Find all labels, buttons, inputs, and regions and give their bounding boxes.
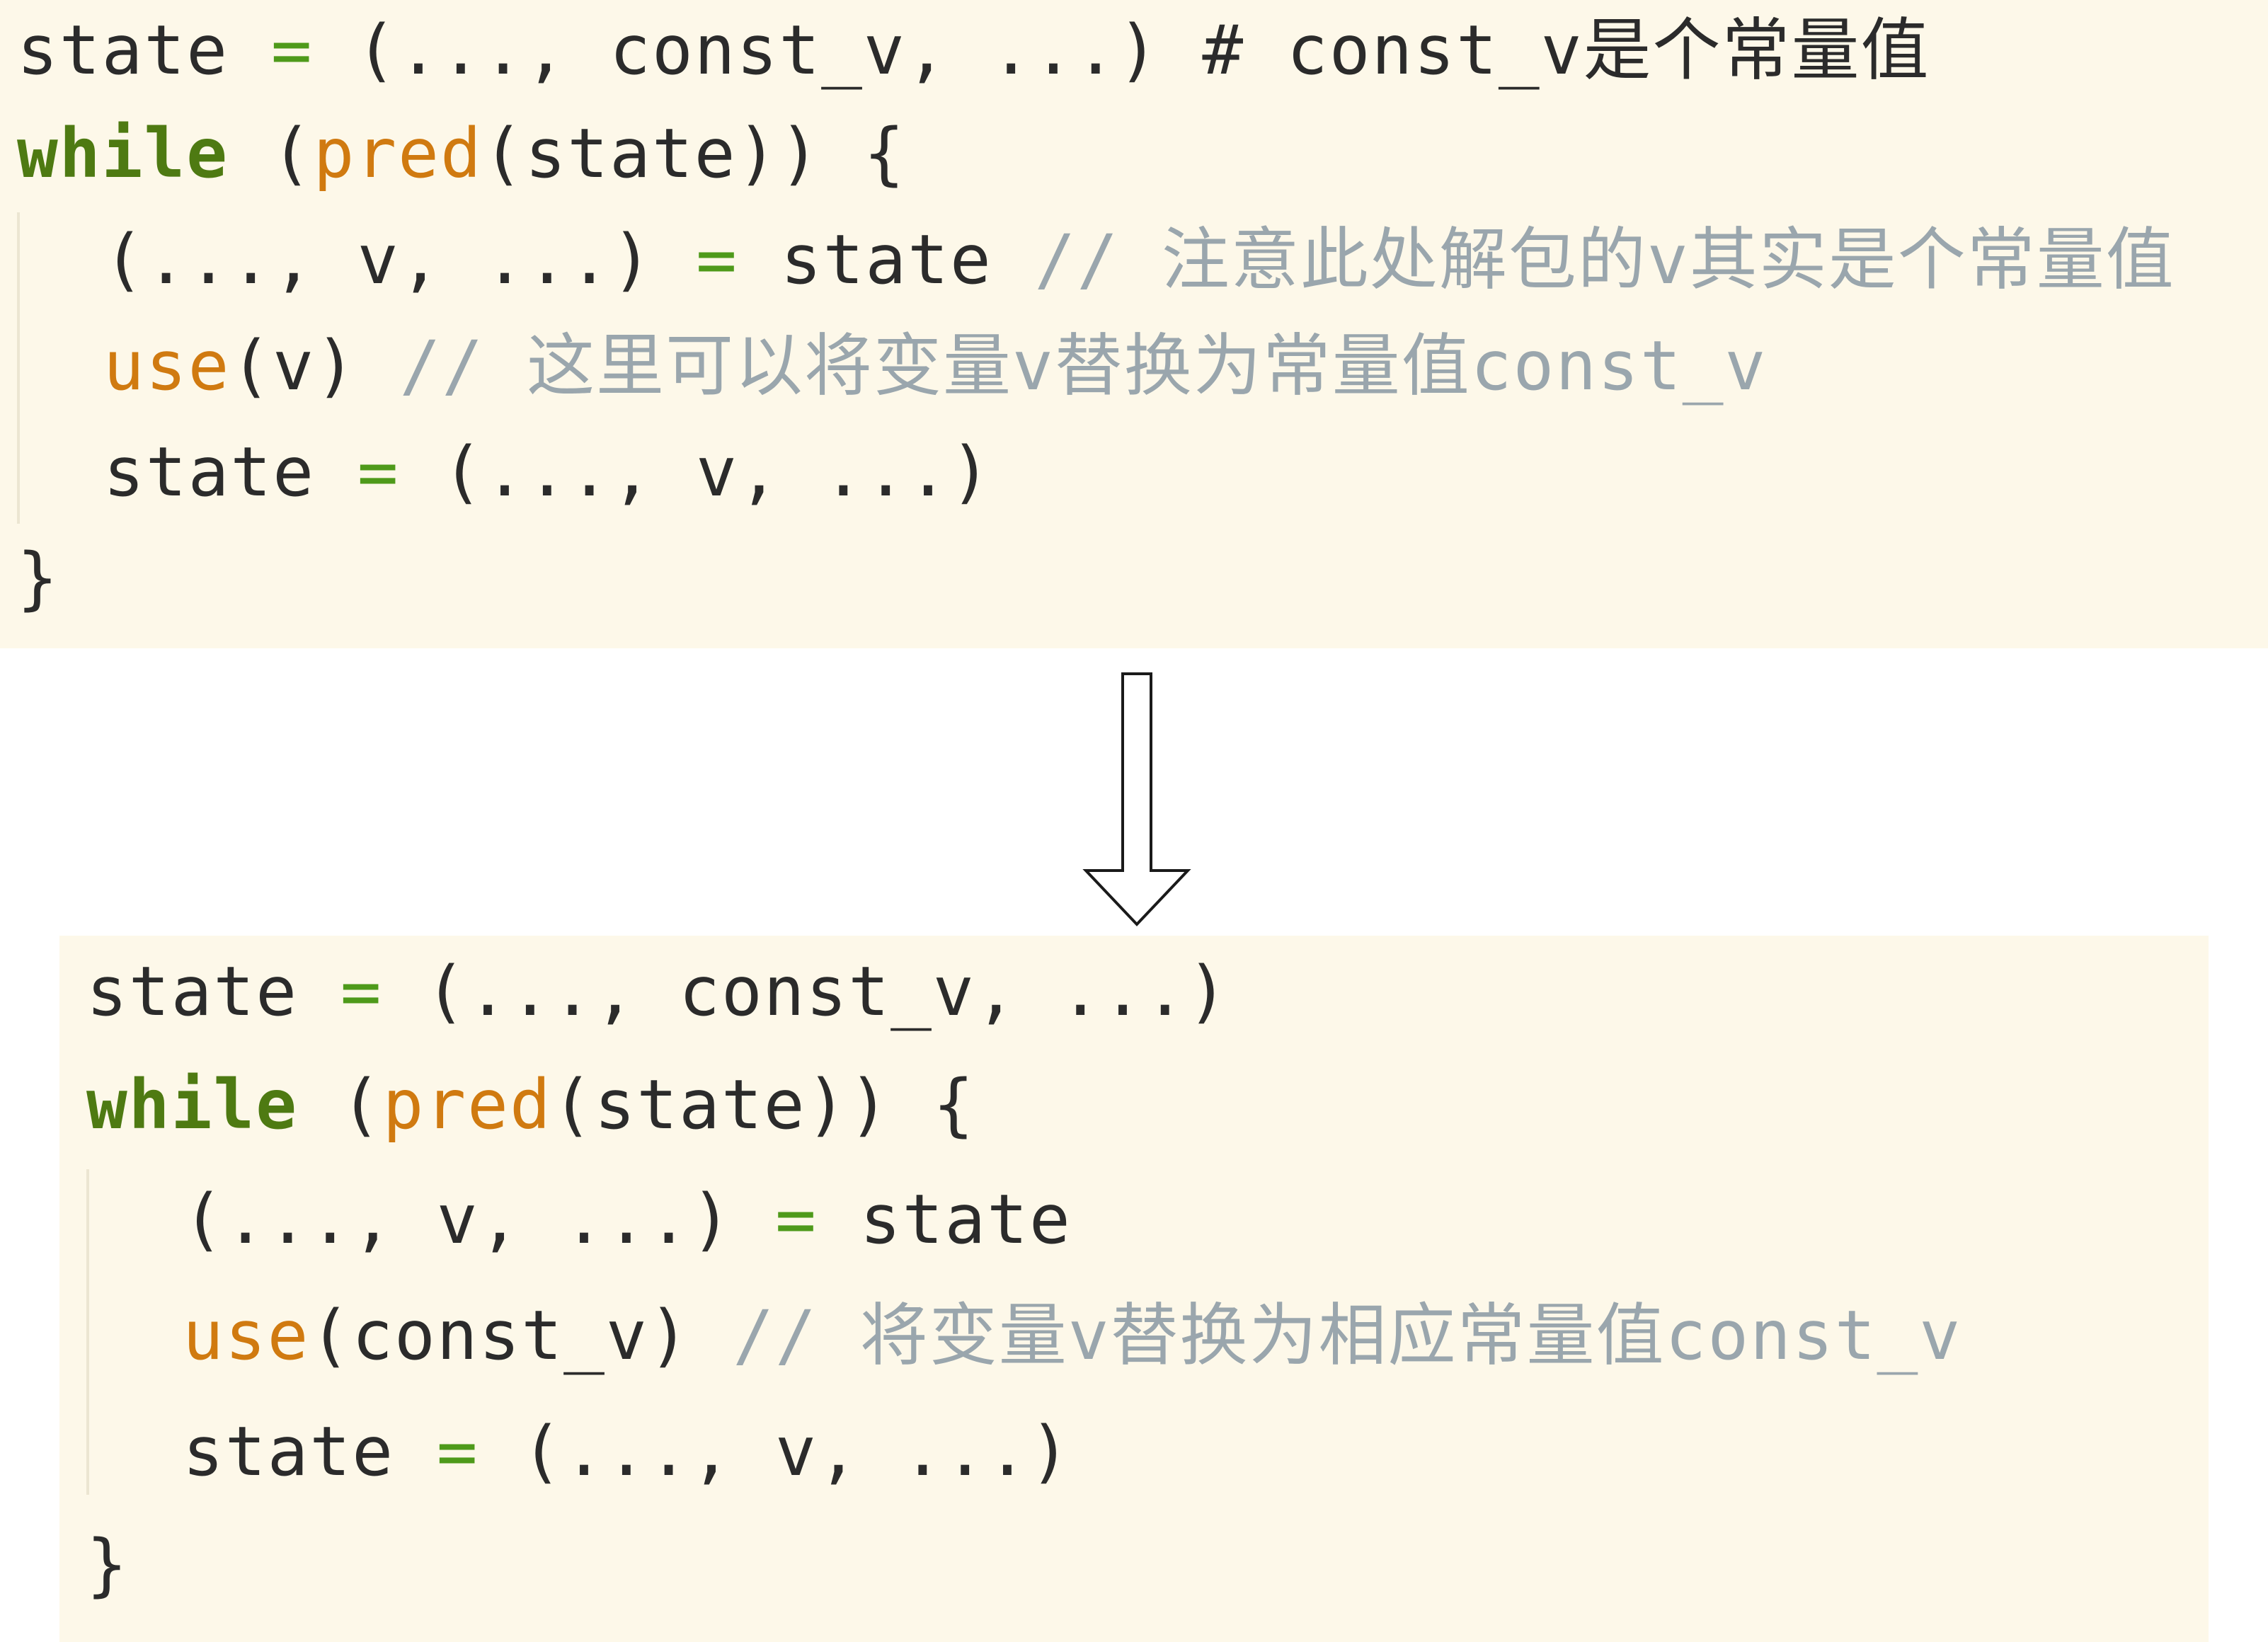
- operator-token: =: [270, 11, 314, 90]
- operator-token: =: [340, 952, 383, 1031]
- code-line-1: state = (..., const_v, ...) # const_v是个常…: [17, 4, 1930, 96]
- code-line-3: (..., v, ...) = state: [183, 1173, 1072, 1265]
- code-comment: // 将变量v替换为相应常量值const_v: [733, 1296, 1962, 1375]
- code-line-4: use(const_v) // 将变量v替换为相应常量值const_v: [183, 1290, 1961, 1382]
- code-token: (..., v, ...): [183, 1180, 733, 1259]
- keyword-token: while: [17, 114, 229, 193]
- code-token: state: [103, 432, 315, 512]
- code-block-original: state = (..., const_v, ...) # const_v是个常…: [0, 0, 2268, 648]
- code-line-1: state = (..., const_v, ...): [86, 946, 1230, 1038]
- operator-token: =: [775, 1180, 818, 1259]
- code-line-2: while (pred(state)) {: [17, 108, 906, 200]
- code-token: (state)) {: [551, 1065, 975, 1144]
- code-token: }: [86, 1525, 129, 1604]
- code-token: (state)) {: [482, 114, 906, 193]
- function-token: pred: [382, 1065, 552, 1144]
- code-comment: # const_v是个常量值: [1202, 11, 1930, 90]
- code-token: state: [86, 952, 298, 1031]
- indent-guide: [17, 212, 20, 524]
- down-arrow-icon: [1082, 672, 1191, 926]
- code-token: (..., v, ...): [103, 220, 654, 299]
- operator-token: =: [696, 220, 738, 299]
- code-token: (..., v, ...): [442, 432, 992, 512]
- indent-guide: [86, 1169, 89, 1495]
- operator-token: =: [357, 432, 400, 512]
- code-comment: // 注意此处解包的v其实是个常量值: [1034, 220, 2175, 299]
- code-line-6: }: [17, 532, 59, 624]
- code-token: state: [183, 1412, 394, 1491]
- function-token: use: [103, 326, 231, 406]
- code-token: (const_v): [309, 1296, 691, 1375]
- code-comment: // 这里可以将变量v替换为常量值const_v: [399, 326, 1768, 406]
- code-line-5: state = (..., v, ...): [183, 1406, 1072, 1498]
- keyword-token: while: [86, 1065, 298, 1144]
- code-token: (: [340, 1065, 383, 1144]
- code-token: (v): [230, 326, 357, 406]
- code-line-4: use(v) // 这里可以将变量v替换为常量值const_v: [103, 320, 1767, 412]
- code-token: (..., const_v, ...): [355, 11, 1160, 90]
- code-token: (: [270, 114, 314, 193]
- code-token: state: [780, 220, 992, 299]
- code-line-3: (..., v, ...) = state // 注意此处解包的v其实是个常量值: [103, 214, 2175, 306]
- operator-token: =: [436, 1412, 479, 1491]
- function-token: pred: [313, 114, 483, 193]
- code-token: (..., const_v, ...): [425, 952, 1230, 1031]
- code-block-transformed: state = (..., const_v, ...) while (pred(…: [59, 936, 2209, 1642]
- function-token: use: [183, 1296, 310, 1375]
- code-line-5: state = (..., v, ...): [103, 426, 992, 518]
- code-token: }: [17, 539, 59, 618]
- code-token: (..., v, ...): [521, 1412, 1072, 1491]
- code-line-6: }: [86, 1519, 129, 1611]
- code-token: state: [17, 11, 229, 90]
- code-line-2: while (pred(state)) {: [86, 1059, 975, 1151]
- code-token: state: [859, 1180, 1072, 1259]
